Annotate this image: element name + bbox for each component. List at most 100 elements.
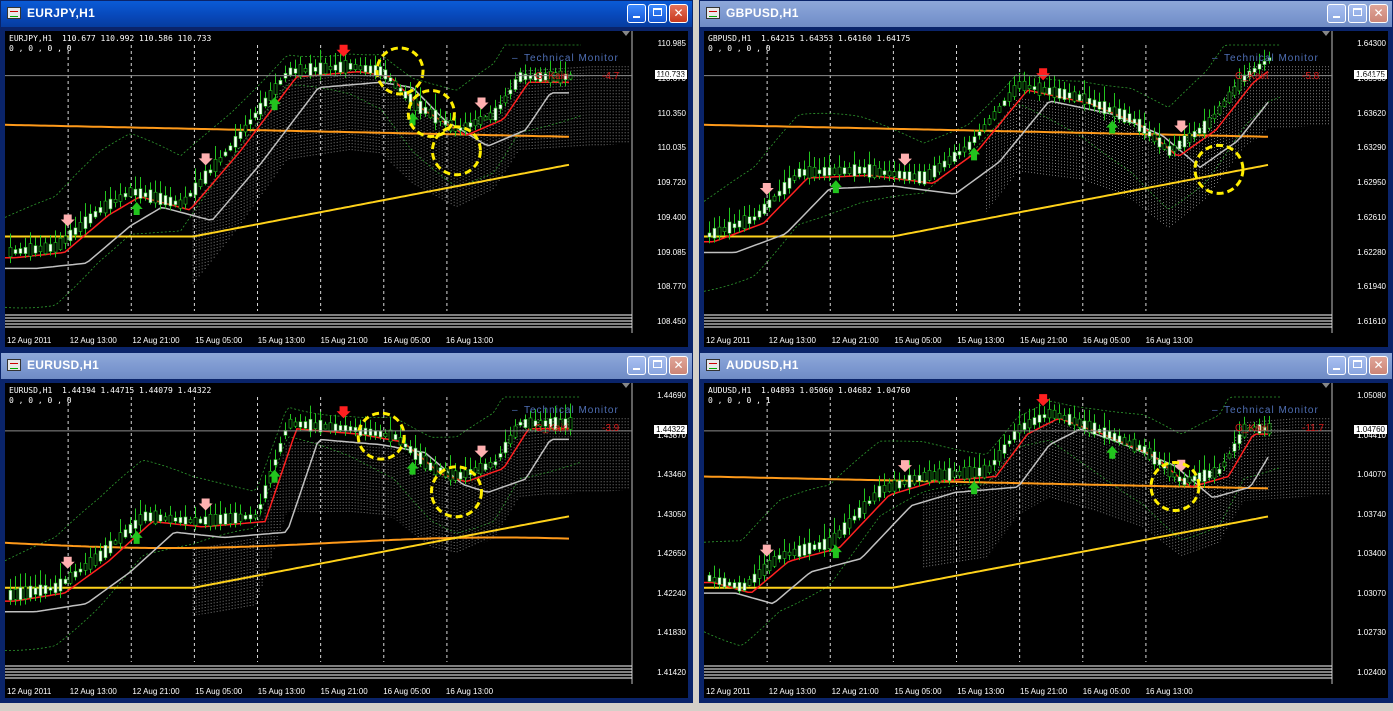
candle-body	[63, 578, 68, 584]
candle-body	[1177, 140, 1182, 150]
close-button[interactable]: ✕	[669, 4, 688, 23]
minimize-button[interactable]	[1327, 356, 1346, 375]
candle-body	[123, 529, 128, 538]
minimize-button[interactable]	[627, 4, 646, 23]
chart-window-icon	[706, 7, 720, 19]
candle-body	[777, 190, 782, 197]
candle-body	[348, 426, 353, 432]
chart-window-gbpusd[interactable]: GBPUSD,H1 ✕ GBPUSD,H1 1.64215 1.64353 1.…	[699, 0, 1393, 352]
candle-body	[208, 514, 213, 527]
price-chart[interactable]: GBPUSD,H1 1.64215 1.64353 1.64160 1.6417…	[704, 31, 1388, 347]
candle-body	[1017, 424, 1022, 434]
candle-body	[263, 97, 268, 107]
price-axis-label: 1.62950	[1357, 178, 1386, 187]
candle-body	[508, 435, 513, 445]
candle-body	[832, 532, 837, 546]
chart-window-eurusd[interactable]: EURUSD,H1 ✕ EURUSD,H1 1.44194 1.44715 1.…	[0, 352, 693, 703]
candle-body	[987, 118, 992, 125]
maximize-button[interactable]	[1348, 356, 1367, 375]
candle-body	[213, 159, 218, 173]
candle-body	[1192, 131, 1197, 138]
candle-body	[363, 427, 368, 435]
candle-body	[1082, 420, 1087, 430]
candle-body	[113, 540, 118, 545]
candle-body	[757, 569, 762, 579]
chart-shift-icon[interactable]	[1322, 31, 1330, 36]
titlebar[interactable]: EURJPY,H1 ✕	[1, 1, 692, 27]
minimize-button[interactable]	[627, 356, 646, 375]
sell-arrow-icon	[759, 544, 774, 557]
buy-arrow-icon	[1106, 445, 1119, 459]
candle-body	[917, 170, 922, 184]
candle-body	[383, 432, 388, 438]
candle-body	[992, 459, 997, 466]
candle-body	[253, 514, 258, 519]
price-axis-label: 1.02730	[1357, 628, 1386, 638]
time-axis-label: 12 Aug 2011	[7, 336, 52, 345]
candle-body	[163, 516, 168, 521]
candle-body	[1022, 80, 1027, 91]
close-button[interactable]: ✕	[1369, 4, 1388, 23]
moving-average-line	[5, 536, 570, 549]
candle-body	[1152, 451, 1157, 465]
candle-body	[1132, 438, 1137, 453]
candle-body	[358, 65, 363, 71]
candle-body	[178, 199, 183, 209]
candle-body	[298, 64, 303, 77]
titlebar[interactable]: EURUSD,H1 ✕	[1, 353, 692, 379]
buy-arrow-icon	[829, 180, 842, 194]
maximize-button[interactable]	[648, 4, 667, 23]
chart-shift-icon[interactable]	[622, 383, 630, 388]
candle-body	[103, 544, 108, 559]
candle-body	[762, 203, 767, 215]
candle-body	[318, 62, 323, 76]
close-icon: ✕	[673, 358, 684, 372]
titlebar[interactable]: AUDUSD,H1 ✕	[700, 353, 1392, 379]
candle-body	[907, 171, 912, 181]
candle-body	[932, 471, 937, 481]
candle-body	[1267, 423, 1272, 435]
price-chart[interactable]: AUDUSD,H1 1.04893 1.05060 1.04682 1.0476…	[704, 383, 1388, 698]
chart-shift-icon[interactable]	[1322, 383, 1330, 388]
candle-body	[1177, 476, 1182, 482]
candle-body	[897, 480, 902, 489]
buy-arrow-icon	[1106, 120, 1119, 134]
candle-body	[418, 100, 423, 115]
candle-body	[123, 192, 128, 198]
candle-body	[243, 124, 248, 133]
price-chart[interactable]: EURJPY,H1 110.677 110.992 110.586 110.73…	[5, 31, 688, 347]
candle-body	[857, 166, 862, 174]
close-button[interactable]: ✕	[1369, 356, 1388, 375]
candle-body	[887, 170, 892, 177]
candle-body	[18, 248, 23, 254]
candle-body	[128, 524, 133, 534]
time-axis-label: 15 Aug 21:00	[1020, 336, 1068, 345]
candlesticks	[8, 48, 573, 264]
candle-body	[68, 571, 73, 584]
candle-body	[183, 516, 188, 525]
candle-body	[298, 421, 303, 428]
candle-body	[937, 468, 942, 482]
candle-body	[747, 216, 752, 225]
sell-arrow-icon	[474, 97, 489, 110]
candle-body	[932, 165, 937, 178]
candle-body	[398, 437, 403, 446]
maximize-button[interactable]	[648, 356, 667, 375]
close-button[interactable]: ✕	[669, 356, 688, 375]
chart-shift-icon[interactable]	[622, 31, 630, 36]
price-chart[interactable]: EURUSD,H1 1.44194 1.44715 1.44079 1.4432…	[5, 383, 688, 698]
candle-body	[842, 522, 847, 535]
candle-body	[108, 198, 113, 210]
candle-body	[742, 215, 747, 229]
chart-window-eurjpy[interactable]: EURJPY,H1 ✕ EURJPY,H1 110.677 110.992 11…	[0, 0, 693, 352]
candle-body	[902, 171, 907, 180]
titlebar[interactable]: GBPUSD,H1 ✕	[700, 1, 1392, 27]
monitor-dash-icon: –	[512, 405, 519, 416]
minimize-button[interactable]	[1327, 4, 1346, 23]
chart-window-audusd[interactable]: AUDUSD,H1 ✕ AUDUSD,H1 1.04893 1.05060 1.…	[699, 352, 1393, 703]
candle-body	[78, 222, 83, 232]
candle-body	[952, 470, 957, 478]
candle-body	[1047, 87, 1052, 95]
maximize-button[interactable]	[1348, 4, 1367, 23]
candle-body	[827, 167, 832, 176]
